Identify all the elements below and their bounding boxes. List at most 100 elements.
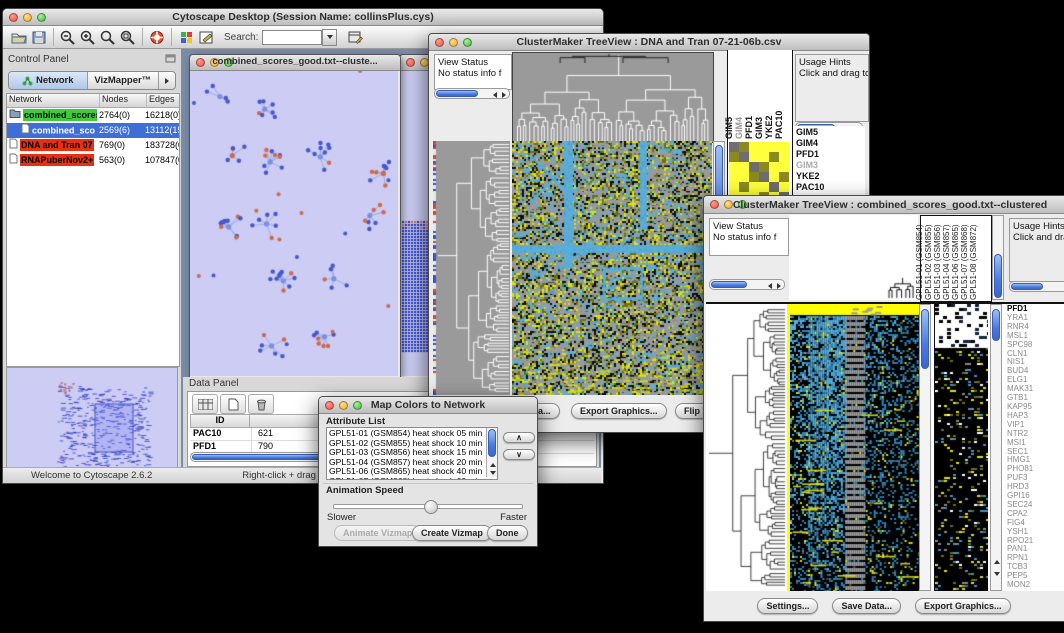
move-down-button[interactable]: ∨ [503, 449, 535, 460]
tv2-heatmap[interactable] [790, 304, 919, 591]
tv2-col-label[interactable]: GPL51-03 (GSM856) [933, 224, 942, 300]
tv1-row-label[interactable]: GIM5 [796, 127, 865, 138]
network-table-row[interactable]: DNA and Tran 07769(0)183728(0) [7, 138, 179, 153]
help-lifering-icon[interactable] [147, 28, 167, 46]
matrix-cell[interactable] [729, 162, 739, 172]
tv2-secondary-matrix[interactable] [934, 304, 988, 591]
tv1-row-label[interactable]: PFD1 [796, 149, 865, 160]
tab-vizmapper[interactable]: VizMapper™ [88, 72, 159, 89]
tv1-left-hscrollbar[interactable] [434, 88, 510, 99]
network-table-row[interactable]: combined_scores2764(0)16218(0) [7, 108, 179, 123]
col-nodes[interactable]: Nodes [100, 94, 147, 107]
zoom-actual-icon[interactable] [118, 28, 138, 46]
matrix-cell[interactable] [729, 182, 739, 192]
float-panel-icon[interactable] [165, 50, 176, 68]
open-icon[interactable] [9, 28, 29, 46]
matrix-cell[interactable] [739, 172, 749, 182]
slider-thumb[interactable] [424, 500, 438, 514]
matrix-cell[interactable] [739, 162, 749, 172]
matrix-cell[interactable] [749, 162, 759, 172]
datapanel-trash-icon[interactable] [248, 394, 274, 414]
tv1-col-label[interactable]: GIM4 [734, 117, 744, 139]
search-dropdown-button[interactable] [322, 29, 337, 46]
dialog-button-animate-vizmap[interactable]: Animate Vizmap [334, 525, 421, 541]
matrix-cell[interactable] [759, 142, 769, 152]
attribute-browser-icon[interactable] [345, 28, 365, 46]
main-titlebar[interactable]: Cytoscape Desktop (Session Name: collins… [3, 9, 603, 26]
tv1-col-label[interactable]: YKE2 [764, 115, 774, 139]
matrix-cell[interactable] [749, 182, 759, 192]
matrix-cell[interactable] [749, 152, 759, 162]
zoom-fit-icon[interactable] [98, 28, 118, 46]
treeview1-titlebar[interactable]: ClusterMaker TreeView : DNA and Tran 07-… [429, 34, 869, 51]
matrix-cell[interactable] [759, 152, 769, 162]
matrix-cell[interactable] [749, 142, 759, 152]
move-up-button[interactable]: ∧ [503, 432, 535, 443]
tv2-collabel-vscrollbar[interactable] [992, 215, 1004, 300]
tv1-row-label[interactable]: PAC10 [796, 182, 865, 193]
tv2-button-export-graphics[interactable]: Export Graphics... [915, 598, 1011, 614]
tv1-row-dendrogram[interactable] [433, 141, 510, 395]
tv2-heatmap-vscrollbar[interactable] [919, 304, 931, 591]
matrix-cell[interactable] [769, 162, 779, 172]
datapanel-newfile-icon[interactable] [220, 394, 246, 414]
network-table-row[interactable]: RNAPuberNov2+563(0)107847(0) [7, 153, 179, 168]
tv2-col-label[interactable]: GPL51-01 (GSM854) [915, 224, 924, 300]
dialog-button-done[interactable]: Done [487, 525, 528, 541]
tv2-button-settings[interactable]: Settings... [757, 598, 818, 614]
save-icon[interactable] [29, 28, 49, 46]
tv1-col-label[interactable]: GIM3 [754, 117, 764, 139]
matrix-cell[interactable] [739, 182, 749, 192]
annotation-icon[interactable] [196, 28, 216, 46]
matrix-cell[interactable] [729, 152, 739, 162]
map-dialog-titlebar[interactable]: Map Colors to Network [319, 397, 537, 414]
tv2-col-label[interactable]: GPL51-07 (GSM868) [960, 224, 969, 300]
treeview2-titlebar[interactable]: ClusterMaker TreeView : combined_scores_… [704, 196, 1064, 214]
matrix-cell[interactable] [769, 142, 779, 152]
network-table-row[interactable]: combined_sco2569(6)13112(15) [7, 123, 179, 138]
datapanel-table-icon[interactable] [192, 394, 218, 414]
matrix-cell[interactable] [779, 172, 789, 182]
network-window-1-titlebar[interactable]: combined_scores_good.txt--cluste... [190, 55, 400, 71]
tv1-column-dendrogram[interactable] [512, 52, 714, 143]
tv2-col-label[interactable]: GPL51-06 (GSM865) [951, 224, 960, 300]
col-edges[interactable]: Edges [147, 94, 179, 107]
attribute-list-vscrollbar[interactable] [486, 428, 497, 477]
tv2-col-label[interactable]: GPL51-08 (GSM872) [969, 224, 978, 300]
tab-network[interactable]: Network [9, 72, 88, 89]
matrix-cell[interactable] [779, 162, 789, 172]
tv1-row-label[interactable]: GIM4 [796, 138, 865, 149]
dialog-button-create-vizmap[interactable]: Create Vizmap [412, 525, 492, 541]
matrix-cell[interactable] [779, 182, 789, 192]
tv1-row-label[interactable]: GIM3 [796, 160, 865, 171]
matrix-cell[interactable] [759, 162, 769, 172]
tv1-similarity-matrix[interactable] [729, 142, 789, 202]
tv1-row-label[interactable]: YKE2 [796, 171, 865, 182]
attribute-listbox[interactable]: GPL51-01 (GSM854) heat shock 05 minGPL51… [326, 427, 498, 480]
tv2-left-hscrollbar[interactable] [709, 279, 785, 290]
network-view-1-canvas[interactable] [190, 71, 398, 376]
tv1-button-export-graphics[interactable]: Export Graphics... [571, 403, 667, 419]
matrix-cell[interactable] [739, 152, 749, 162]
data-col-id[interactable]: ID [191, 415, 250, 427]
matrix-cell[interactable] [769, 152, 779, 162]
tv1-col-label[interactable]: PAC10 [774, 111, 784, 139]
matrix-cell[interactable] [769, 182, 779, 192]
plugins-icon[interactable] [176, 28, 196, 46]
tv2-genelist-vscrollbar[interactable] [990, 304, 1002, 591]
attribute-list-item[interactable]: GPL51-07 (GSM868) heat shock 60 min [329, 477, 495, 480]
tv2-right-hscrollbar[interactable] [1009, 281, 1064, 292]
matrix-cell[interactable] [739, 142, 749, 152]
tv1-col-label[interactable]: PFD1 [744, 116, 754, 139]
col-network[interactable]: Network [7, 94, 100, 107]
matrix-cell[interactable] [769, 172, 779, 182]
tab-overflow-arrow[interactable] [159, 72, 175, 89]
tv2-col-label[interactable]: GPL51-04 (GSM857) [942, 224, 951, 300]
network-overview-canvas[interactable] [6, 367, 178, 469]
matrix-cell[interactable] [729, 142, 739, 152]
tv2-button-save-data[interactable]: Save Data... [832, 598, 901, 614]
close-button[interactable] [406, 58, 415, 67]
tv2-col-label[interactable]: GPL51-02 (GSM855) [924, 224, 933, 300]
tv1-col-label[interactable]: GIM5 [724, 117, 734, 139]
matrix-cell[interactable] [759, 182, 769, 192]
